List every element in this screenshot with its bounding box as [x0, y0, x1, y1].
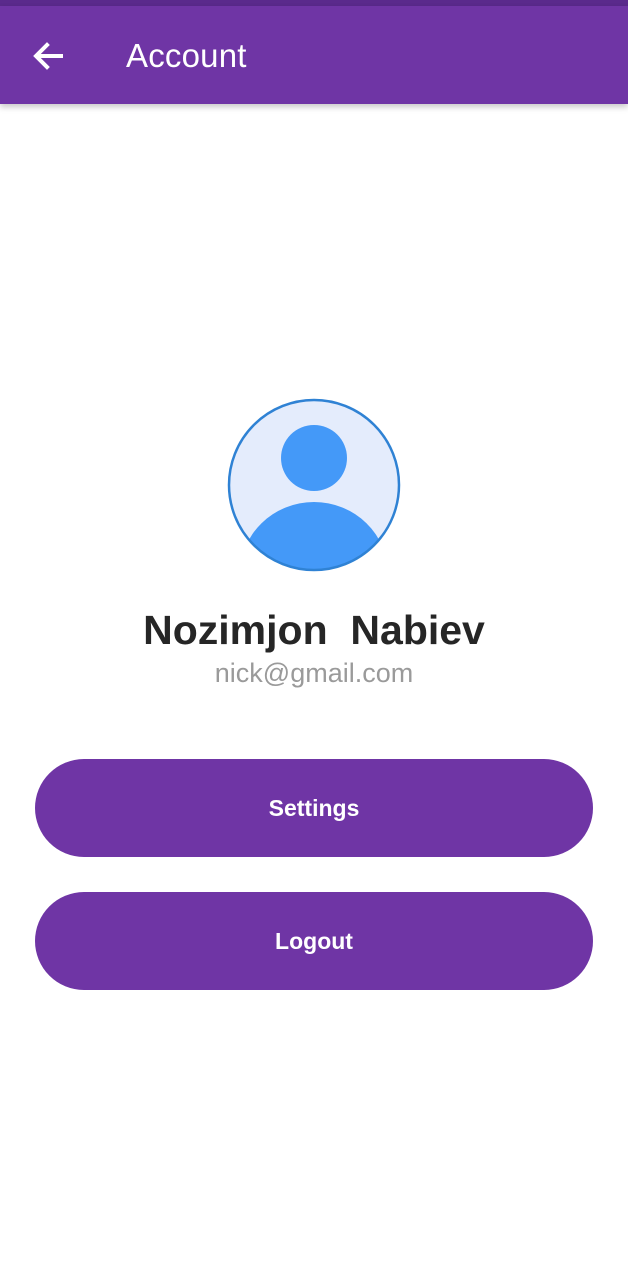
app-bar: Account — [0, 6, 628, 104]
settings-button[interactable]: Settings — [35, 759, 593, 857]
arrow-left-icon — [33, 42, 63, 70]
back-button[interactable] — [22, 30, 74, 82]
avatar — [227, 398, 401, 572]
profile-email: nick@gmail.com — [214, 658, 414, 688]
person-avatar-icon — [227, 398, 401, 572]
logout-button[interactable]: Logout — [35, 892, 593, 990]
profile-name: Nozimjon Nabiev — [143, 607, 485, 653]
page-title: Account — [126, 37, 247, 74]
